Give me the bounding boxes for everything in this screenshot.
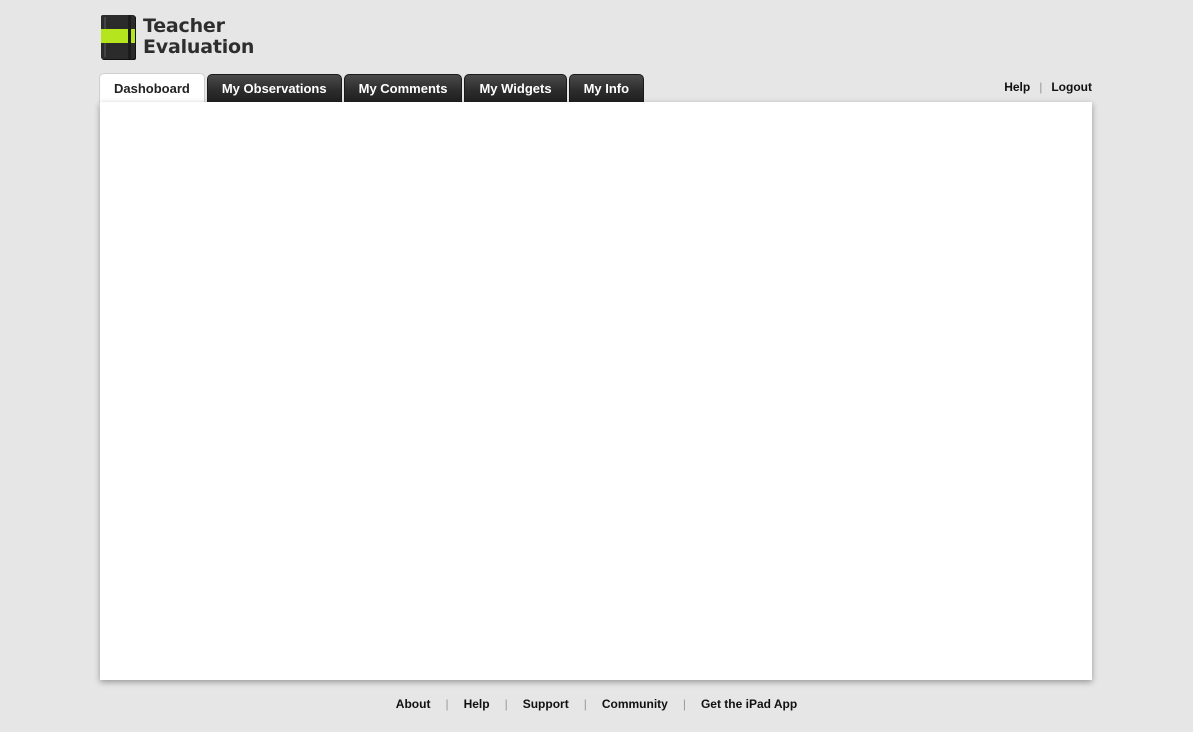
footer-ipad-app-link[interactable]: Get the iPad App (701, 697, 797, 711)
footer-support-link[interactable]: Support (523, 697, 569, 711)
notebook-icon (101, 15, 135, 59)
top-links: Help | Logout (1004, 80, 1092, 94)
tab-my-widgets[interactable]: My Widgets (464, 74, 567, 103)
separator: | (682, 697, 686, 711)
footer-about-link[interactable]: About (396, 697, 431, 711)
tab-dashboard[interactable]: Dashoboard (99, 73, 205, 103)
separator: | (1039, 80, 1043, 94)
separator: | (445, 697, 449, 711)
footer-help-link[interactable]: Help (464, 697, 490, 711)
page: Teacher Evaluation Dashoboard My Observa… (0, 0, 1193, 732)
footer-community-link[interactable]: Community (602, 697, 668, 711)
logo-text: Teacher Evaluation (143, 16, 254, 58)
dashboard-content-panel (100, 102, 1092, 680)
separator: | (583, 697, 587, 711)
app-logo[interactable]: Teacher Evaluation (101, 15, 254, 61)
separator: | (504, 697, 508, 711)
tab-my-observations[interactable]: My Observations (206, 74, 342, 103)
footer-links: About | Help | Support | Community | Get… (0, 697, 1193, 711)
help-link[interactable]: Help (1004, 80, 1030, 94)
tab-my-comments[interactable]: My Comments (343, 74, 463, 103)
logout-link[interactable]: Logout (1051, 80, 1092, 94)
tab-my-info[interactable]: My Info (568, 74, 645, 103)
main-tabs: Dashoboard My Observations My Comments M… (99, 73, 646, 103)
logo-line-2: Evaluation (143, 36, 255, 58)
logo-line-1: Teacher (143, 15, 225, 37)
